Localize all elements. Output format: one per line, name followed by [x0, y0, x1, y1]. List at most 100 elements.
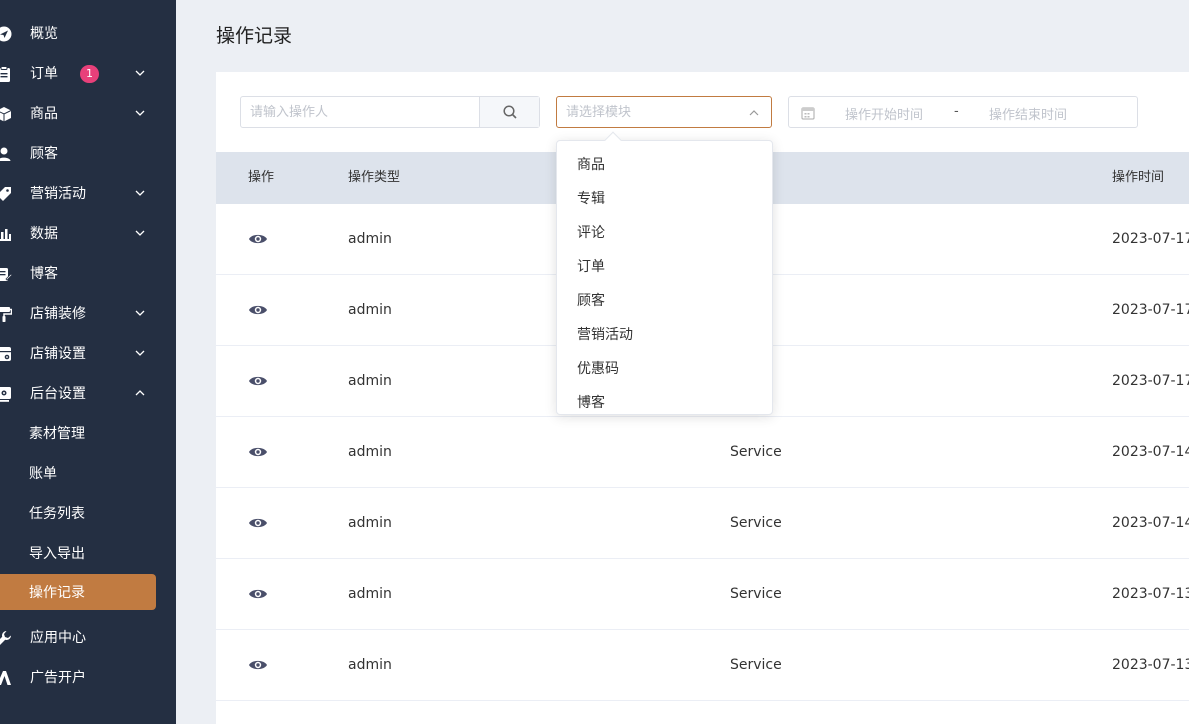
operation-type-cell: admin — [348, 586, 392, 602]
order-count-badge: 1 — [80, 65, 99, 83]
ad-icon — [0, 670, 12, 686]
sidebar-item-label: 博客 — [30, 266, 58, 282]
view-icon[interactable] — [248, 445, 268, 459]
module-cell: Service — [730, 586, 782, 602]
dropdown-option[interactable]: 优惠码 — [557, 352, 772, 386]
sidebar-subitem-tasks[interactable]: 任务列表 — [0, 496, 176, 532]
chevron-up-icon — [135, 390, 145, 396]
search-icon — [502, 105, 517, 119]
time-cell: 2023-07-14 — [1112, 444, 1189, 460]
table-row: admin Service 2023-07-14 — [216, 417, 1189, 488]
module-cell: Service — [730, 515, 782, 531]
search-button[interactable] — [479, 97, 539, 127]
chevron-up-icon — [749, 110, 759, 116]
chevron-down-icon — [135, 230, 145, 236]
sidebar-subitem-import-export[interactable]: 导入导出 — [0, 536, 176, 572]
sidebar: 概览 订单 1 商品 顾客 营销活动 数据 博客 店铺装修 店铺设置 后台设置 … — [0, 0, 176, 724]
sidebar-item-blog[interactable]: 博客 — [0, 254, 176, 294]
sidebar-item-label: 店铺设置 — [30, 346, 86, 362]
table-row: admin Service 2023-07-13 — [216, 630, 1189, 701]
dropdown-option[interactable]: 订单 — [557, 250, 772, 284]
store-settings-icon — [0, 346, 12, 362]
date-range-picker[interactable]: 操作开始时间 - 操作结束时间 — [788, 96, 1138, 128]
module-select[interactable] — [556, 96, 772, 128]
sidebar-item-ads[interactable]: 广告开户 — [0, 658, 176, 698]
dropdown-option[interactable]: 营销活动 — [557, 318, 772, 352]
operator-search-input[interactable] — [241, 97, 479, 127]
sidebar-item-marketing[interactable]: 营销活动 — [0, 174, 176, 214]
operation-type-cell: admin — [348, 444, 392, 460]
sidebar-item-label: 顾客 — [30, 146, 58, 162]
admin-settings-icon — [0, 386, 12, 402]
chevron-down-icon — [135, 310, 145, 316]
sidebar-item-products[interactable]: 商品 — [0, 94, 176, 134]
chevron-down-icon — [135, 110, 145, 116]
clipboard-icon — [0, 66, 12, 82]
view-icon[interactable] — [248, 374, 268, 388]
dropdown-option[interactable]: 顾客 — [557, 284, 772, 318]
table-row: admin Service 2023-07-13 — [216, 559, 1189, 630]
chevron-down-icon — [135, 70, 145, 76]
sidebar-subitem-label: 任务列表 — [29, 506, 85, 522]
calendar-icon — [801, 107, 815, 120]
table-row: admin Service 2023-07-14 — [216, 488, 1189, 559]
sidebar-item-label: 营销活动 — [30, 186, 86, 202]
view-icon[interactable] — [248, 516, 268, 530]
module-select-input[interactable] — [557, 97, 737, 127]
chevron-down-icon — [135, 350, 145, 356]
edit-icon — [0, 266, 12, 282]
sidebar-subitem-operation-log[interactable]: 操作记录 — [0, 574, 156, 610]
view-icon[interactable] — [248, 232, 268, 246]
sidebar-item-label: 数据 — [30, 226, 58, 242]
view-icon[interactable] — [248, 303, 268, 317]
sidebar-item-admin-settings[interactable]: 后台设置 — [0, 374, 176, 414]
time-cell: 2023-07-13 — [1112, 586, 1189, 602]
range-separator: - — [954, 104, 959, 119]
sidebar-item-app-center[interactable]: 应用中心 — [0, 618, 176, 658]
sidebar-item-store-decoration[interactable]: 店铺装修 — [0, 294, 176, 334]
operation-type-cell: admin — [348, 373, 392, 389]
time-cell: 2023-07-17 — [1112, 302, 1189, 318]
time-cell: 2023-07-17 — [1112, 373, 1189, 389]
paint-roller-icon — [0, 306, 12, 322]
box-icon — [0, 106, 12, 122]
column-header-action: 操作 — [248, 170, 275, 185]
sidebar-item-label: 店铺装修 — [30, 306, 86, 322]
operation-type-cell: admin — [348, 231, 392, 247]
chevron-down-icon — [135, 190, 145, 196]
sidebar-item-label: 后台设置 — [30, 386, 86, 402]
operation-type-cell: admin — [348, 515, 392, 531]
sidebar-item-data[interactable]: 数据 — [0, 214, 176, 254]
page-title: 操作记录 — [216, 25, 293, 47]
sidebar-item-label: 应用中心 — [30, 630, 86, 646]
sidebar-item-store-settings[interactable]: 店铺设置 — [0, 334, 176, 374]
module-cell: Service — [730, 444, 782, 460]
tag-icon — [0, 186, 12, 202]
wrench-icon — [0, 630, 12, 646]
sidebar-subitem-billing[interactable]: 账单 — [0, 456, 176, 492]
sidebar-item-label: 广告开户 — [30, 670, 86, 686]
start-time-input[interactable]: 操作开始时间 — [845, 104, 923, 123]
column-header-time: 操作时间 — [1112, 170, 1165, 185]
operation-type-cell: admin — [348, 302, 392, 318]
sidebar-item-customers[interactable]: 顾客 — [0, 134, 176, 174]
sidebar-item-label: 概览 — [30, 26, 58, 42]
module-cell: Service — [730, 657, 782, 673]
sidebar-item-overview[interactable]: 概览 — [0, 14, 176, 54]
view-icon[interactable] — [248, 658, 268, 672]
dropdown-option[interactable]: 专辑 — [557, 182, 772, 216]
sidebar-subitem-label: 素材管理 — [29, 426, 85, 442]
sidebar-subitem-label: 账单 — [29, 466, 57, 482]
time-cell: 2023-07-13 — [1112, 657, 1189, 673]
dropdown-option[interactable]: 评论 — [557, 216, 772, 250]
dropdown-option[interactable]: 博客 — [557, 386, 772, 414]
bar-chart-icon — [0, 226, 12, 242]
sidebar-item-label: 订单 — [30, 66, 58, 82]
sidebar-subitem-materials[interactable]: 素材管理 — [0, 416, 176, 452]
operator-search — [240, 96, 540, 128]
dropdown-option[interactable]: 商品 — [557, 148, 772, 182]
view-icon[interactable] — [248, 587, 268, 601]
end-time-input[interactable]: 操作结束时间 — [989, 104, 1067, 123]
user-icon — [0, 146, 12, 162]
sidebar-subitem-label: 导入导出 — [29, 546, 85, 562]
